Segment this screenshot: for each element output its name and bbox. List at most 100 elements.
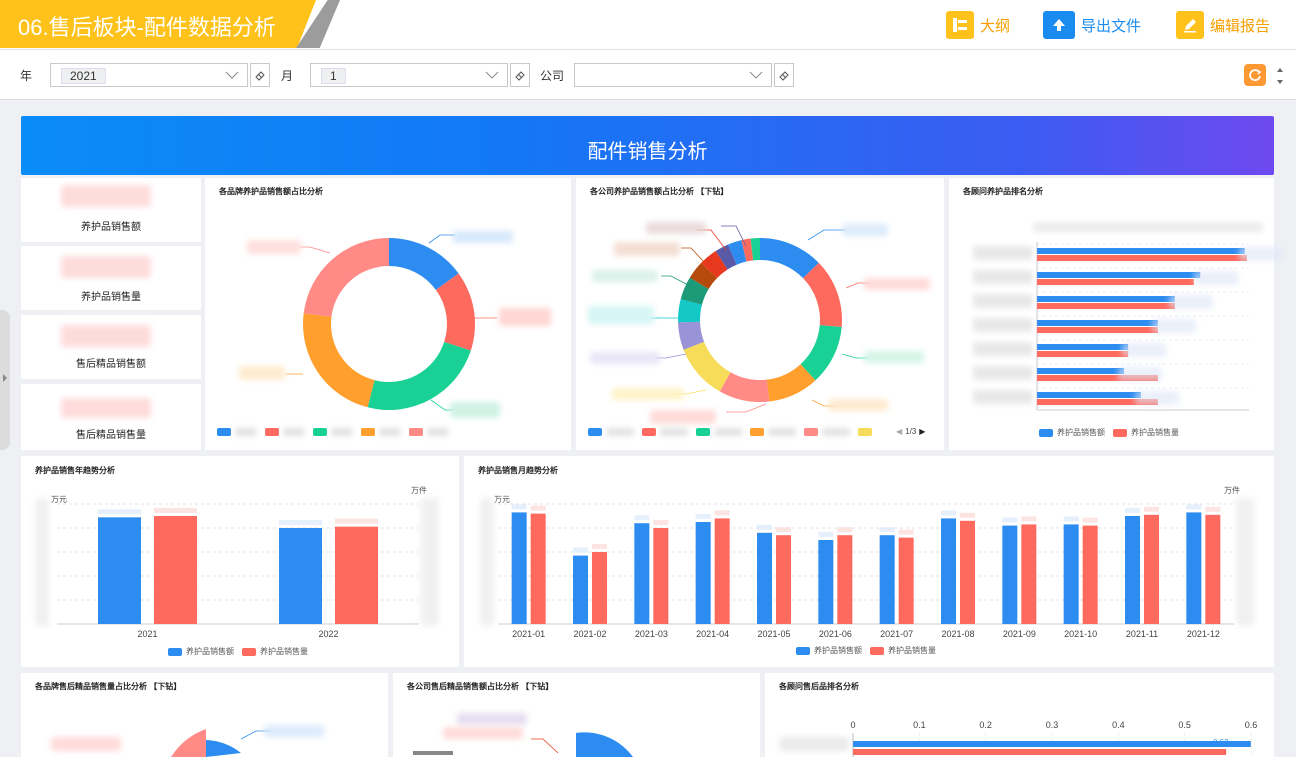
redacted-value <box>898 529 914 535</box>
pie-slice[interactable] <box>303 238 389 317</box>
month-select[interactable]: 1 <box>310 63 508 87</box>
axis-tick: 0.4 <box>1112 720 1125 730</box>
bar <box>837 535 853 624</box>
axis-tick: 0.6 <box>1245 720 1258 730</box>
outline-label: 大纲 <box>980 17 1011 35</box>
redacted-label <box>450 402 500 418</box>
axis-tick: 2021-05 <box>757 629 790 639</box>
consultant-rank-card: 各顾问养护品排名分析 养护品销售额 养护品销售量 <box>949 178 1283 450</box>
year-select[interactable]: 2021 <box>50 63 248 87</box>
year-clear-button[interactable] <box>250 63 270 87</box>
horizontal-bar-chart[interactable] <box>949 178 1274 450</box>
outline-icon <box>946 11 974 39</box>
axis-tick: 2021-02 <box>573 629 606 639</box>
bar-chart[interactable]: 2021-01 2021-02 2021-03 2021-04 2021-05 2021-… <box>464 456 1274 667</box>
redacted-label <box>453 231 513 243</box>
pager-text: 1/3 <box>905 427 917 436</box>
redacted-value <box>960 512 975 518</box>
consultant-boutique-card: 各顾问售后品排名分析 0 0.1 0.2 0.3 0.4 0.5 0.6 0.63 0.58 <box>765 673 1274 757</box>
pie-slice[interactable] <box>303 313 375 408</box>
axis-tick: 0.3 <box>1046 720 1059 730</box>
pager-next-icon[interactable]: ▶ <box>919 427 925 436</box>
pie-slice[interactable] <box>683 341 731 392</box>
company-share-card: 各公司养护品销售额占比分析 【下钻】 ◀ 1/3 ▶ <box>576 178 944 450</box>
axis-tick: 2021-11 <box>1126 629 1158 639</box>
bar <box>1037 279 1194 285</box>
bar <box>1037 255 1247 261</box>
chart-legend <box>588 428 876 436</box>
bar <box>511 512 527 624</box>
redacted-label <box>973 366 1033 380</box>
legend-label: 养护品销售额 <box>814 646 862 655</box>
donut-chart[interactable] <box>393 673 760 757</box>
bar <box>898 537 914 624</box>
redacted-value <box>1021 516 1037 522</box>
company-select[interactable] <box>574 63 772 87</box>
redacted-value <box>1063 516 1079 522</box>
legend-label: 养护品销售量 <box>260 647 308 656</box>
axis-tick: 2021 <box>137 629 157 639</box>
top-header: 06.售后板块-配件数据分析 大纲 导出文件 编辑报告 <box>0 0 1296 50</box>
redacted-label <box>779 737 849 751</box>
redacted-label <box>614 242 680 256</box>
chart-legend: 养护品销售额 养护品销售量 <box>796 645 936 656</box>
redacted-label <box>1122 343 1167 357</box>
yearly-trend-card: 养护品销售年趋势分析 万元 万件 2021 2022 养护品销售额 养护品销售量 <box>21 456 459 667</box>
eraser-icon <box>779 71 789 81</box>
export-button[interactable]: 导出文件 <box>1043 10 1141 40</box>
axis-tick: 2021-06 <box>819 629 852 639</box>
pager-prev-icon[interactable]: ◀ <box>896 427 902 436</box>
bar <box>530 513 546 624</box>
refresh-button[interactable] <box>1244 64 1266 86</box>
bar <box>1037 327 1158 333</box>
month-clear-button[interactable] <box>510 63 530 87</box>
banner-title: 配件销售分析 <box>587 141 708 163</box>
scroll-arrows-icon[interactable] <box>1274 64 1286 88</box>
pie-slice[interactable] <box>367 341 471 410</box>
redacted-label <box>499 308 551 326</box>
bar <box>695 522 711 624</box>
redacted-value <box>1144 506 1159 512</box>
month-label: 月 <box>281 69 294 83</box>
bar <box>879 535 895 624</box>
kpi-label: 养护品销售额 <box>81 222 141 233</box>
redacted-value <box>879 527 895 533</box>
bar <box>1002 525 1018 624</box>
redacted-value <box>61 256 151 278</box>
bar <box>714 518 730 624</box>
redacted-label <box>1117 367 1162 381</box>
edit-report-button[interactable]: 编辑报告 <box>1176 10 1270 40</box>
bar-value-label: 0.58 <box>1185 748 1201 757</box>
bar <box>1125 516 1140 624</box>
redacted-label <box>1194 271 1239 285</box>
legend-pager[interactable]: ◀ 1/3 ▶ <box>896 427 925 436</box>
redacted-value <box>653 520 669 525</box>
chart-legend: 养护品销售额 养护品销售量 <box>168 646 308 657</box>
redacted-label <box>973 390 1033 404</box>
company-clear-button[interactable] <box>774 63 794 87</box>
redacted-label <box>1151 319 1196 333</box>
side-collapse-handle[interactable] <box>0 310 10 450</box>
bar <box>853 741 1251 747</box>
year-value: 2021 <box>61 68 106 84</box>
chevron-down-icon <box>225 71 239 79</box>
bar-chart[interactable]: 2021 2022 <box>21 456 459 667</box>
redacted-value <box>98 509 141 515</box>
axis-tick: 2022 <box>318 629 338 639</box>
chart-legend <box>217 428 449 436</box>
axis-tick: 0.2 <box>979 720 992 730</box>
outline-button[interactable]: 大纲 <box>946 10 1010 40</box>
redacted-value <box>837 527 853 533</box>
redacted-label <box>592 270 658 282</box>
axis-tick: 2021-07 <box>880 629 913 639</box>
redacted-value <box>511 504 527 510</box>
redacted-value <box>714 510 730 516</box>
bar <box>1037 351 1129 357</box>
axis-tick: 0.5 <box>1178 720 1191 730</box>
bar <box>1037 272 1201 278</box>
bar <box>776 535 791 624</box>
bar <box>335 526 378 624</box>
redacted-label <box>650 410 716 424</box>
page-title: 06.售后板块-配件数据分析 <box>18 15 276 40</box>
bar <box>757 532 772 624</box>
